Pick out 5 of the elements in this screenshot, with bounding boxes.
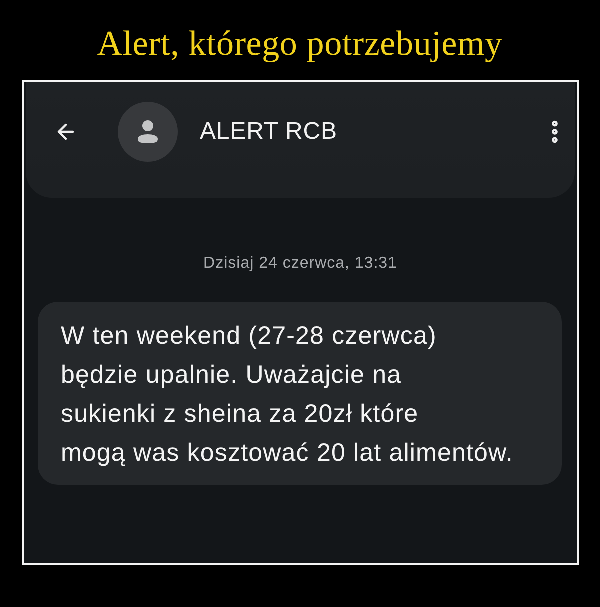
contact-name: ALERT RCB — [200, 118, 338, 146]
avatar-icon — [118, 102, 178, 162]
message-date: Dzisiaj 24 czerwca, 13:31 — [204, 254, 398, 274]
message-bubble: W ten weekend (27-28 czerwca) będzie upalnie. Uważajcie na sukienki z sheina za 20zł które mogą was kosztować 20 lat alimentów. — [38, 302, 562, 485]
poster-title: Alert, którego potrzebujemy — [96, 24, 504, 64]
